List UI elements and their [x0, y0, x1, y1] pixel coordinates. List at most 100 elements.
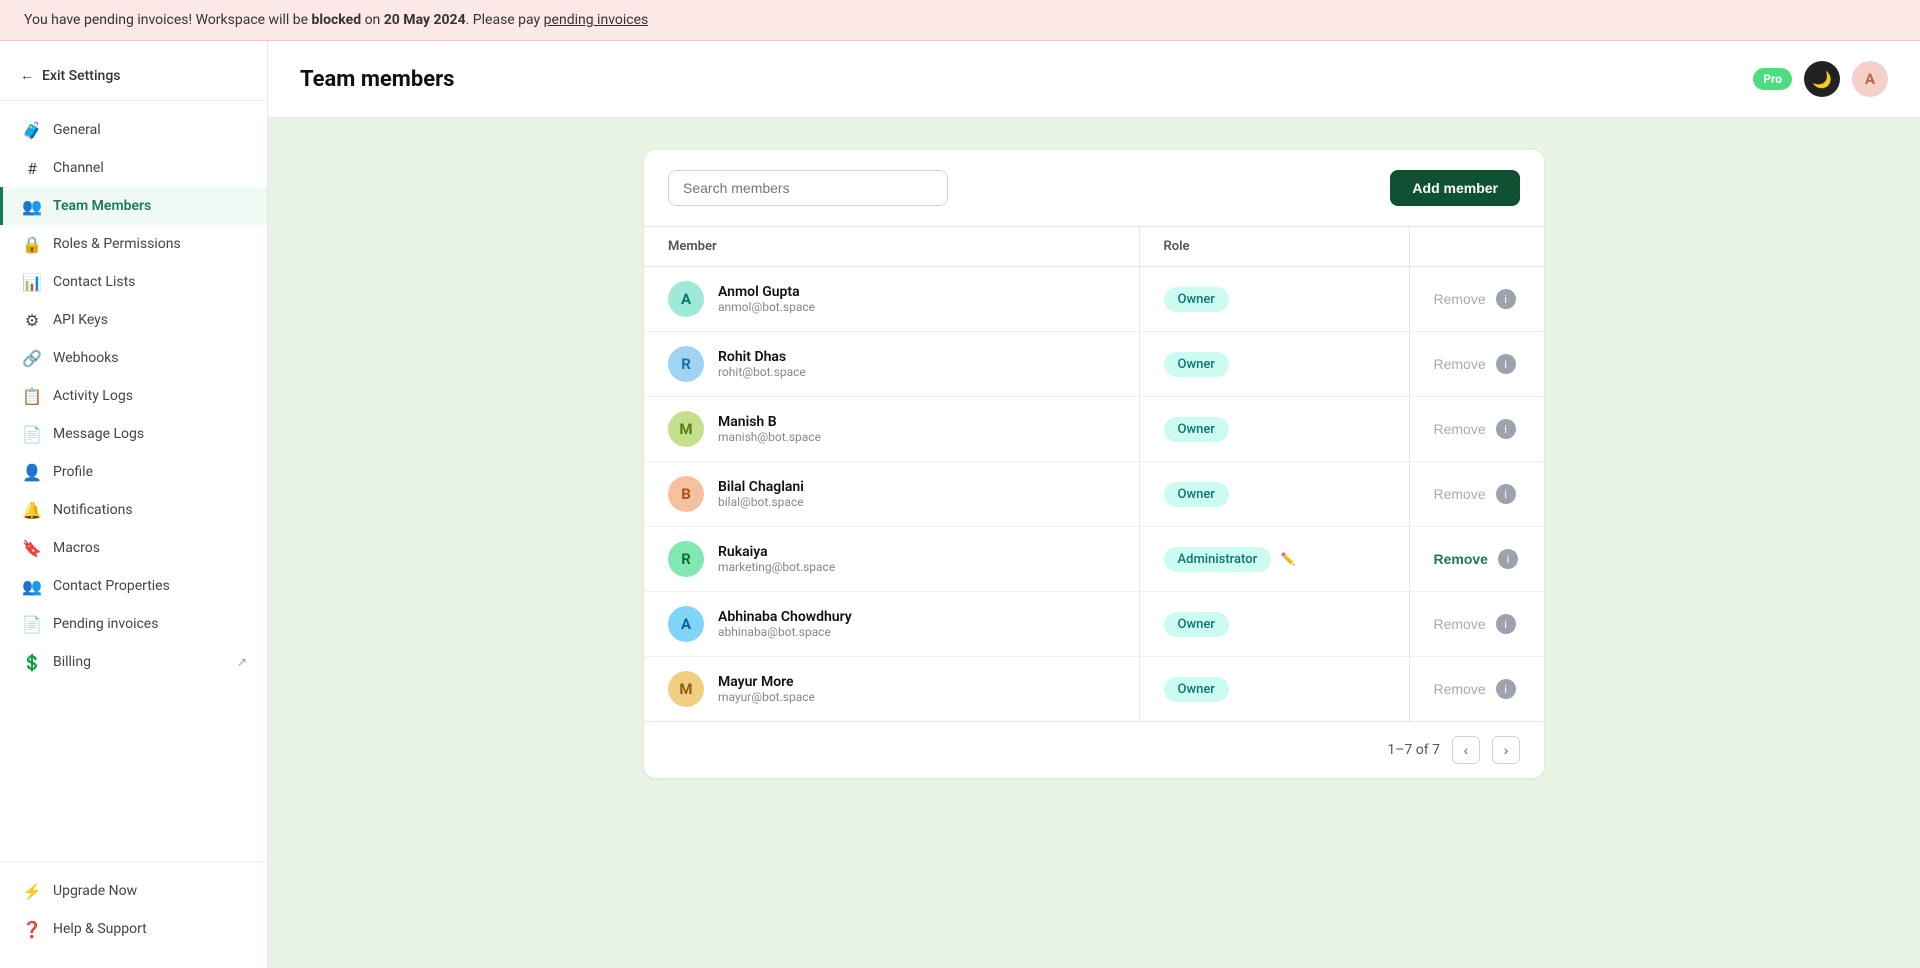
remove-button-0[interactable]: Remove [1434, 291, 1486, 307]
nav-icon-billing: 💲 [23, 653, 41, 671]
page-header: Team members Pro 🌙 A [268, 41, 1920, 118]
sidebar-item-profile[interactable]: 👤 Profile [0, 453, 267, 491]
nav-label-contact-properties: Contact Properties [53, 578, 247, 594]
sidebar-item-billing[interactable]: 💲 Billing ↗ [0, 643, 267, 681]
remove-button-3[interactable]: Remove [1434, 486, 1486, 502]
member-info-4: Rukaiya marketing@bot.space [718, 544, 835, 574]
action-cell-2: Remove i [1409, 397, 1544, 462]
sidebar-item-webhooks[interactable]: 🔗 Webhooks [0, 339, 267, 377]
nav-icon-notifications: 🔔 [23, 501, 41, 519]
nav-label-roles-permissions: Roles & Permissions [53, 236, 247, 252]
member-email-3: bilal@bot.space [718, 495, 804, 509]
sidebar-item-help-support[interactable]: ❓ Help & Support [0, 910, 267, 948]
member-cell-1: R Rohit Dhas rohit@bot.space [644, 332, 1139, 397]
search-wrapper [668, 170, 948, 206]
member-name-6: Mayur More [718, 674, 815, 690]
info-icon-5[interactable]: i [1496, 614, 1516, 634]
pagination-next-button[interactable]: › [1492, 736, 1520, 764]
role-cell-3: Owner [1139, 462, 1409, 527]
member-cell-2: M Manish B manish@bot.space [644, 397, 1139, 462]
members-toolbar: Add member [644, 150, 1544, 226]
members-table: Member Role A Anmol Gupta anmol@bot.spac… [644, 226, 1544, 721]
remove-button-6[interactable]: Remove [1434, 681, 1486, 697]
header-actions: Pro 🌙 A [1753, 61, 1888, 97]
member-name-5: Abhinaba Chowdhury [718, 609, 852, 625]
sidebar-nav: 🧳 General # Channel 👥 Team Members 🔒 Rol… [0, 101, 267, 861]
member-cell-3: B Bilal Chaglani bilal@bot.space [644, 462, 1139, 527]
nav-icon-roles-permissions: 🔒 [23, 235, 41, 253]
sidebar-item-contact-lists[interactable]: 📊 Contact Lists [0, 263, 267, 301]
member-name-2: Manish B [718, 414, 821, 430]
remove-button-5[interactable]: Remove [1434, 616, 1486, 632]
nav-label-team-members: Team Members [53, 198, 247, 214]
sidebar-item-macros[interactable]: 🔖 Macros [0, 529, 267, 567]
table-row: R Rohit Dhas rohit@bot.space Owner Remov… [644, 332, 1544, 397]
member-cell-0: A Anmol Gupta anmol@bot.space [644, 267, 1139, 332]
nav-label-pending-invoices: Pending invoices [53, 616, 247, 632]
info-icon-0[interactable]: i [1496, 289, 1516, 309]
nav-icon-channel: # [23, 159, 41, 177]
action-cell-0: Remove i [1409, 267, 1544, 332]
pending-invoices-link[interactable]: pending invoices [544, 12, 649, 28]
exit-settings-button[interactable]: ← Exit Settings [16, 61, 251, 90]
member-avatar-4: R [668, 541, 704, 577]
nav-icon-profile: 👤 [23, 463, 41, 481]
member-email-2: manish@bot.space [718, 430, 821, 444]
remove-button-2[interactable]: Remove [1434, 421, 1486, 437]
info-icon-4[interactable]: i [1498, 549, 1518, 569]
edit-role-icon[interactable]: ✏️ [1281, 552, 1296, 566]
role-cell-2: Owner [1139, 397, 1409, 462]
sidebar-item-activity-logs[interactable]: 📋 Activity Logs [0, 377, 267, 415]
remove-button-1[interactable]: Remove [1434, 356, 1486, 372]
nav-label-macros: Macros [53, 540, 247, 556]
page-body: Add member Member Role A [268, 118, 1920, 968]
sidebar-item-pending-invoices[interactable]: 📄 Pending invoices [0, 605, 267, 643]
sidebar-bottom: ⚡ Upgrade Now ❓ Help & Support [0, 861, 267, 968]
sidebar-item-contact-properties[interactable]: 👥 Contact Properties [0, 567, 267, 605]
role-cell-6: Owner [1139, 657, 1409, 722]
action-cell-6: Remove i [1409, 657, 1544, 722]
remove-button-4[interactable]: Remove [1434, 551, 1488, 567]
role-badge-3: Owner [1164, 482, 1229, 507]
theme-toggle-button[interactable]: 🌙 [1804, 61, 1840, 97]
member-info-1: Rohit Dhas rohit@bot.space [718, 349, 806, 379]
pending-banner: You have pending invoices! Workspace wil… [0, 0, 1920, 41]
table-row: A Abhinaba Chowdhury abhinaba@bot.space … [644, 592, 1544, 657]
member-cell-6: M Mayur More mayur@bot.space [644, 657, 1139, 722]
pagination-prev-button[interactable]: ‹ [1452, 736, 1480, 764]
sidebar-item-team-members[interactable]: 👥 Team Members [0, 187, 267, 225]
pro-badge: Pro [1753, 68, 1792, 90]
sidebar-item-message-logs[interactable]: 📄 Message Logs [0, 415, 267, 453]
member-avatar-0: A [668, 281, 704, 317]
member-email-6: mayur@bot.space [718, 690, 815, 704]
member-avatar-3: B [668, 476, 704, 512]
sidebar-item-upgrade-now[interactable]: ⚡ Upgrade Now [0, 872, 267, 910]
info-icon-2[interactable]: i [1496, 419, 1516, 439]
sidebar-item-general[interactable]: 🧳 General [0, 111, 267, 149]
sidebar-item-channel[interactable]: # Channel [0, 149, 267, 187]
pagination-label: 1–7 of 7 [1387, 742, 1440, 758]
sidebar-item-roles-permissions[interactable]: 🔒 Roles & Permissions [0, 225, 267, 263]
add-member-button[interactable]: Add member [1390, 170, 1520, 206]
member-email-4: marketing@bot.space [718, 560, 835, 574]
member-info-0: Anmol Gupta anmol@bot.space [718, 284, 815, 314]
nav-label-contact-lists: Contact Lists [53, 274, 247, 290]
info-icon-1[interactable]: i [1496, 354, 1516, 374]
nav-label-billing: Billing [53, 654, 225, 670]
info-icon-3[interactable]: i [1496, 484, 1516, 504]
search-input[interactable] [668, 170, 948, 206]
role-cell-4: Administrator ✏️ [1139, 527, 1409, 592]
role-badge-4: Administrator [1164, 547, 1272, 572]
role-badge-2: Owner [1164, 417, 1229, 442]
nav-label-message-logs: Message Logs [53, 426, 247, 442]
nav-icon-api-keys: ⚙ [23, 311, 41, 329]
members-footer: 1–7 of 7 ‹ › [644, 721, 1544, 778]
col-header-member: Member [644, 227, 1139, 267]
role-badge-5: Owner [1164, 612, 1229, 637]
table-row: R Rukaiya marketing@bot.space Administra… [644, 527, 1544, 592]
role-cell-1: Owner [1139, 332, 1409, 397]
sidebar-item-api-keys[interactable]: ⚙ API Keys [0, 301, 267, 339]
sidebar-item-notifications[interactable]: 🔔 Notifications [0, 491, 267, 529]
user-avatar[interactable]: A [1852, 61, 1888, 97]
info-icon-6[interactable]: i [1496, 679, 1516, 699]
